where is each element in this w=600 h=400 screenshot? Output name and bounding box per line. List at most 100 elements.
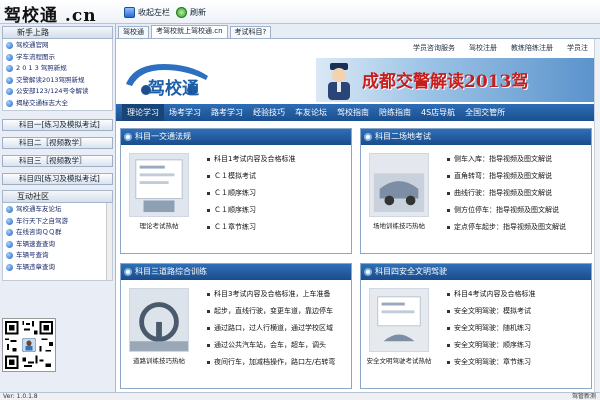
list-item[interactable]: 学车流程图示 (3, 52, 112, 64)
nav-tips[interactable]: 经验技巧 (248, 104, 290, 121)
list-item[interactable]: 揭秘交通标志大全 (3, 98, 112, 110)
list-item[interactable]: Ｃ１顺序练习 (207, 202, 295, 219)
community-scrollbar[interactable] (106, 203, 112, 280)
list-item[interactable]: 通过公共汽车站，会车，超车，调头 (207, 337, 335, 354)
panel-caption[interactable]: 道路训练技巧热帖 (123, 355, 195, 365)
list-item[interactable]: 驾校通车友论坛 (3, 204, 112, 216)
community-list: 驾校通车友论坛 车行天下之自驾游 在线咨询ＱＱ群 车辆速查查询 车辆号查询 车辆… (2, 203, 113, 281)
subject2-button[interactable]: 科目二［视频教学］ (2, 137, 113, 149)
bullet-icon (207, 209, 210, 212)
qr-code-icon (2, 318, 56, 372)
list-item[interactable]: 在线咨询ＱＱ群 (3, 227, 112, 239)
list-item[interactable]: 曲线行驶：指导视频及图文解说 (447, 185, 566, 202)
link-student-register[interactable]: 学员注 (567, 43, 588, 55)
status-bar: Ver: 1.0.1.8 驾管新测 (0, 392, 600, 400)
promo-banner[interactable]: 成都交警解读2013驾 (316, 58, 594, 102)
bullet-icon (6, 88, 13, 96)
list-item[interactable]: 科目1考试内容及合格标准 (207, 151, 295, 168)
bullet-icon (207, 226, 210, 229)
subject3-button[interactable]: 科目三［视频教学］ (2, 155, 113, 167)
panel-caption[interactable]: 安全文明驾驶考试热帖 (363, 355, 435, 365)
list-item[interactable]: 交警解读2013驾照新规 (3, 75, 112, 87)
list-item[interactable]: 夜间行车，加减档操作，路口左/右转弯 (207, 354, 335, 371)
bullet-icon (6, 263, 13, 271)
collapse-left-label: 收起左栏 (138, 7, 170, 17)
nav-traffic[interactable]: 全国交管所 (460, 104, 510, 121)
nav-coach-guide[interactable]: 陪练指南 (374, 104, 416, 121)
list-item[interactable]: 车辆违章查询 (3, 262, 112, 274)
list-item[interactable]: 公安部123/124号令解读 (3, 86, 112, 98)
list-item[interactable]: 科目3考试内容及合格标准，上车准备 (207, 286, 335, 303)
bullet-icon (6, 252, 13, 260)
list-item[interactable]: 安全文明驾驶：随机练习 (447, 320, 535, 337)
list-item[interactable]: 驾校通官网 (3, 40, 112, 52)
bullet-icon (447, 310, 450, 313)
link-student-service[interactable]: 学员咨询服务 (413, 43, 455, 55)
panel-subject1: 科目一交通法规 理论考试热帖 科目1考试内容及合格标准 Ｃ１模拟考试 Ｃ１顺序练… (120, 128, 352, 254)
bullet-icon (6, 229, 13, 237)
nav-forum[interactable]: 车友论坛 (290, 104, 332, 121)
site-logo-text: 驾校通 (148, 78, 199, 99)
banner-text: 成都交警解读2013驾 (362, 72, 529, 92)
list-item[interactable]: Ｃ１章节练习 (207, 219, 295, 236)
refresh-button[interactable]: 刷新 (176, 5, 206, 19)
list-item[interactable]: 通过路口，过人行横道，通过学校区域 (207, 320, 335, 337)
panel-subject2-title[interactable]: 科目二场地考试 (361, 129, 591, 145)
bullet-icon (207, 310, 210, 313)
link-school-register[interactable]: 驾校注册 (469, 43, 497, 55)
nav-school-guide[interactable]: 驾校指南 (332, 104, 374, 121)
field-exam-image[interactable] (369, 153, 429, 217)
nav-4s[interactable]: 4S店导航 (416, 104, 460, 121)
list-item[interactable]: Ｃ１顺序练习 (207, 185, 295, 202)
subject1-button[interactable]: 科目一[练习及模拟考试] (2, 119, 113, 131)
circle-icon (124, 268, 132, 276)
circle-icon (364, 133, 372, 141)
panel-subject1-title[interactable]: 科目一交通法规 (121, 129, 351, 145)
tab-main-site[interactable]: 考驾校就上驾校通.cn (151, 25, 228, 38)
list-item[interactable]: 安全文明驾驶：顺序练习 (447, 337, 535, 354)
site-logo-car-icon[interactable]: 驾校通 (120, 58, 220, 102)
list-item[interactable]: 侧方位停车：指导视频及图文解说 (447, 202, 566, 219)
collapse-left-button[interactable]: 收起左栏 (124, 5, 170, 19)
site-header: 驾校通 成都交警解读2013驾 (116, 56, 594, 104)
bullet-icon (6, 240, 13, 248)
panel-subject4-title[interactable]: 科目四安全文明驾驶 (361, 264, 591, 280)
section-head-newbie[interactable]: 新手上路 (2, 26, 113, 39)
list-item[interactable]: 车辆速查查询 (3, 239, 112, 251)
tab-home[interactable]: 驾校通 (118, 26, 149, 38)
safe-driving-image[interactable] (369, 288, 429, 352)
nav-field[interactable]: 场考学习 (164, 104, 206, 121)
subject4-button[interactable]: 科目四[练习及模拟考试] (2, 173, 113, 185)
list-item[interactable]: 侧车入库：指导视频及图文解说 (447, 151, 566, 168)
tab-bar: 驾校通 考驾校就上驾校通.cn 考试科目? (116, 24, 600, 39)
nav-road[interactable]: 路考学习 (206, 104, 248, 121)
bullet-icon (207, 175, 210, 178)
panel-subject3: 科目三道路综合训练 道路训练技巧热帖 科目3考试内容及合格标准，上车准备 起步，… (120, 263, 352, 389)
theory-exam-image[interactable] (129, 153, 189, 217)
list-item[interactable]: 车行天下之自驾游 (3, 216, 112, 228)
list-item[interactable]: 2 0 1 3 驾照新规 (3, 63, 112, 75)
section-head-community[interactable]: 互动社区 (2, 190, 113, 203)
panel-caption[interactable]: 场地训练技巧热帖 (363, 220, 435, 230)
panel-links: 科目3考试内容及合格标准，上车准备 起步，直线行驶，变更车道，靠边停车 通过路口… (207, 286, 335, 371)
web-content: 学员咨询服务 驾校注册 教练陪练注册 学员注 驾校通 成都交警解读2013驾 理… (116, 39, 600, 392)
list-item[interactable]: 定点停车起步：指导视频及图文解说 (447, 219, 566, 236)
list-item[interactable]: 安全文明驾驶：章节练习 (447, 354, 535, 371)
list-item[interactable]: 起步，直线行驶，变更车道，靠边停车 (207, 303, 335, 320)
site-nav: 理论学习 场考学习 路考学习 经验技巧 车友论坛 驾校指南 陪练指南 4S店导航… (116, 104, 594, 121)
tab-exam-subjects[interactable]: 考试科目? (229, 26, 272, 38)
bullet-icon (6, 65, 13, 73)
list-item[interactable]: 安全文明驾驶：模拟考试 (447, 303, 535, 320)
panel-caption[interactable]: 理论考试热帖 (123, 220, 195, 230)
list-item[interactable]: 科目4考试内容及合格标准 (447, 286, 535, 303)
nav-theory[interactable]: 理论学习 (122, 104, 164, 121)
newbie-list: 驾校通官网 学车流程图示 2 0 1 3 驾照新规 交警解读2013驾照新规 公… (2, 39, 113, 111)
list-item[interactable]: 直角转弯：指导视频及图文解说 (447, 168, 566, 185)
list-item[interactable]: Ｃ１模拟考试 (207, 168, 295, 185)
left-sidebar: 新手上路 驾校通官网 学车流程图示 2 0 1 3 驾照新规 交警解读2013驾… (0, 24, 116, 392)
link-coach-register[interactable]: 教练陪练注册 (511, 43, 553, 55)
content-scrollbar[interactable] (594, 39, 600, 392)
panel-subject3-title[interactable]: 科目三道路综合训练 (121, 264, 351, 280)
road-training-image[interactable] (129, 288, 189, 352)
list-item[interactable]: 车辆号查询 (3, 250, 112, 262)
